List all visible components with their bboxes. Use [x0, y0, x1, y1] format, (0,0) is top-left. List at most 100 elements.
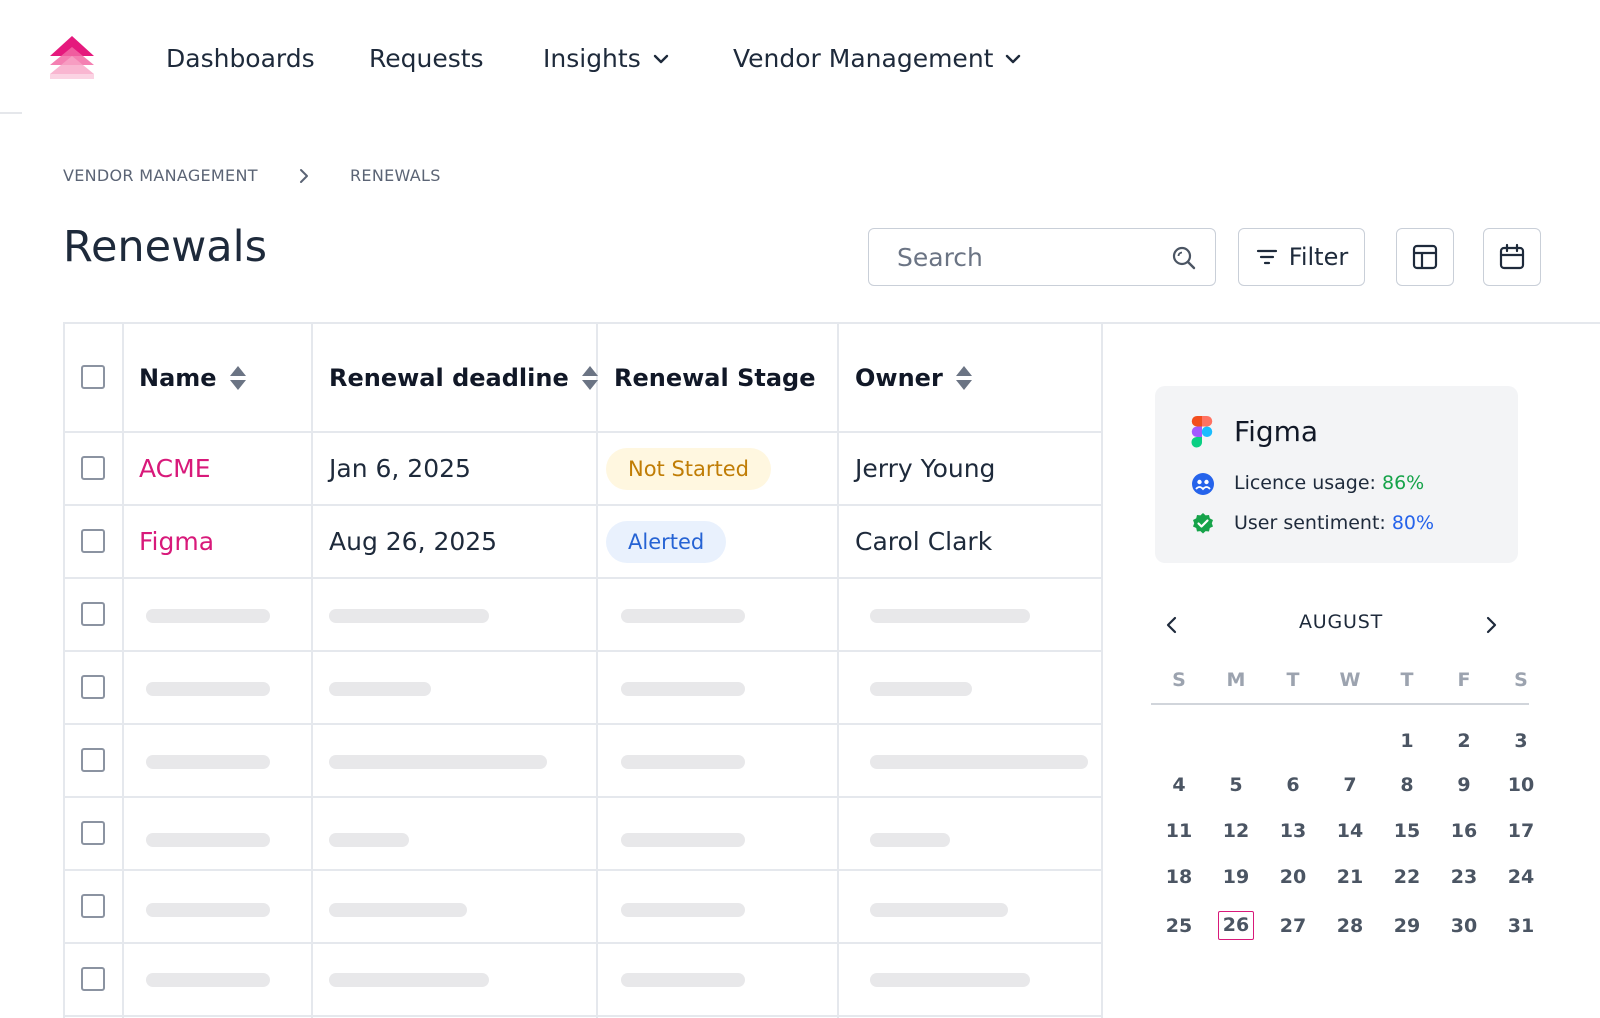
table-view-icon: [1412, 244, 1438, 270]
calendar-day[interactable]: 17: [1503, 820, 1539, 842]
nav-dashboards[interactable]: Dashboards: [166, 44, 315, 73]
user-sentiment-value: 80%: [1391, 512, 1435, 534]
filter-button[interactable]: Filter: [1238, 228, 1365, 286]
vendor-card-title: Figma: [1234, 415, 1319, 448]
weekday-label: F: [1457, 669, 1471, 691]
vendor-name-link[interactable]: ACME: [139, 454, 210, 483]
calendar-day[interactable]: 24: [1503, 866, 1539, 888]
calendar-day[interactable]: 28: [1332, 915, 1368, 937]
table-header: Name Renewal deadline Renewal Stage Owne…: [65, 324, 1101, 433]
calendar-day[interactable]: 25: [1161, 915, 1197, 937]
calendar-day[interactable]: 7: [1332, 774, 1368, 796]
search-box[interactable]: [868, 228, 1216, 286]
calendar-day[interactable]: 8: [1389, 774, 1425, 796]
skeleton-bar: [329, 755, 547, 769]
calendar-day[interactable]: 12: [1218, 820, 1254, 842]
skeleton-bar: [870, 833, 950, 847]
row-checkbox[interactable]: [81, 602, 105, 626]
column-deadline-label: Renewal deadline: [329, 363, 569, 392]
owner-name: Jerry Young: [855, 454, 996, 483]
calendar-day[interactable]: 4: [1161, 774, 1197, 796]
calendar-month: AUGUST: [1298, 611, 1383, 633]
skeleton-bar: [329, 833, 409, 847]
breadcrumb-vendor-management[interactable]: VENDOR MANAGEMENT: [63, 166, 258, 185]
skeleton-bar: [621, 833, 745, 847]
nav-requests[interactable]: Requests: [369, 44, 484, 73]
calendar-day[interactable]: 16: [1446, 820, 1482, 842]
calendar-day[interactable]: 27: [1275, 915, 1311, 937]
top-nav: Dashboards Requests Insights Vendor Mana…: [0, 0, 1600, 115]
brand-logo[interactable]: [47, 34, 97, 80]
row-checkbox[interactable]: [81, 675, 105, 699]
column-name[interactable]: Name: [139, 324, 247, 431]
calendar-day[interactable]: 31: [1503, 915, 1539, 937]
calendar-view-button[interactable]: [1483, 228, 1541, 286]
calendar-day[interactable]: 23: [1446, 866, 1482, 888]
chevron-left-icon[interactable]: [1162, 614, 1182, 636]
weekday-label: T: [1286, 669, 1300, 691]
skeleton-row: [65, 579, 1101, 652]
weekday-label: S: [1172, 669, 1186, 691]
table-view-button[interactable]: [1396, 228, 1454, 286]
vendor-name-link[interactable]: Figma: [139, 527, 214, 556]
sort-icon[interactable]: [581, 365, 599, 391]
calendar-day[interactable]: 5: [1218, 774, 1254, 796]
calendar-day[interactable]: 30: [1446, 915, 1482, 937]
sort-icon[interactable]: [229, 365, 247, 391]
status-badge: Alerted: [606, 520, 727, 563]
select-all-checkbox[interactable]: [81, 365, 105, 389]
renewal-deadline: Jan 6, 2025: [329, 454, 471, 483]
calendar-day-selected[interactable]: 26: [1218, 911, 1254, 940]
skeleton-bar: [329, 903, 467, 917]
vendor-summary-card[interactable]: Figma Licence usage: 86% User sentiment:…: [1155, 386, 1518, 563]
skeleton-row: [65, 944, 1101, 1017]
nav-insights-label: Insights: [543, 44, 641, 73]
calendar-day[interactable]: 21: [1332, 866, 1368, 888]
row-checkbox[interactable]: [81, 821, 105, 845]
calendar-day[interactable]: 18: [1161, 866, 1197, 888]
calendar-day[interactable]: 1: [1389, 730, 1425, 752]
skeleton-bar: [329, 973, 489, 987]
filter-icon: [1256, 249, 1277, 265]
sort-icon[interactable]: [955, 365, 973, 391]
calendar-day[interactable]: 29: [1389, 915, 1425, 937]
breadcrumb-renewals: RENEWALS: [350, 166, 441, 185]
nav-dashboards-label: Dashboards: [166, 44, 315, 73]
calendar-day[interactable]: 20: [1275, 866, 1311, 888]
nav-vendor-management[interactable]: Vendor Management: [733, 44, 1023, 73]
calendar-day[interactable]: 9: [1446, 774, 1482, 796]
skeleton-bar: [870, 903, 1008, 917]
table-row[interactable]: ACME Jan 6, 2025 Not Started Jerry Young: [65, 433, 1101, 506]
skeleton-bar: [870, 682, 972, 696]
column-owner[interactable]: Owner: [855, 324, 973, 431]
calendar-divider: [1151, 703, 1529, 705]
row-checkbox[interactable]: [81, 456, 105, 480]
calendar-day[interactable]: 10: [1503, 774, 1539, 796]
calendar-day[interactable]: 14: [1332, 820, 1368, 842]
table-row[interactable]: Figma Aug 26, 2025 Alerted Carol Clark: [65, 506, 1101, 579]
renewal-deadline: Aug 26, 2025: [329, 527, 498, 556]
calendar-day[interactable]: 11: [1161, 820, 1197, 842]
chevron-down-icon: [653, 54, 668, 63]
chevron-right-icon[interactable]: [1481, 614, 1501, 636]
skeleton-bar: [621, 973, 745, 987]
calendar-day[interactable]: 15: [1389, 820, 1425, 842]
calendar-day[interactable]: 22: [1389, 866, 1425, 888]
calendar-day[interactable]: 2: [1446, 730, 1482, 752]
row-checkbox[interactable]: [81, 967, 105, 991]
search-input[interactable]: [897, 243, 1167, 272]
skeleton-bar: [621, 682, 745, 696]
row-checkbox[interactable]: [81, 529, 105, 553]
calendar-day[interactable]: 3: [1503, 730, 1539, 752]
calendar-day[interactable]: 13: [1275, 820, 1311, 842]
column-renewal-deadline[interactable]: Renewal deadline: [329, 324, 599, 431]
row-checkbox[interactable]: [81, 894, 105, 918]
skeleton-bar: [870, 609, 1030, 623]
row-checkbox[interactable]: [81, 748, 105, 772]
column-stage-label: Renewal Stage: [614, 363, 816, 392]
search-icon[interactable]: [1171, 245, 1197, 271]
nav-insights[interactable]: Insights: [543, 44, 671, 73]
calendar-day[interactable]: 6: [1275, 774, 1311, 796]
calendar-day[interactable]: 19: [1218, 866, 1254, 888]
skeleton-row: [65, 652, 1101, 725]
